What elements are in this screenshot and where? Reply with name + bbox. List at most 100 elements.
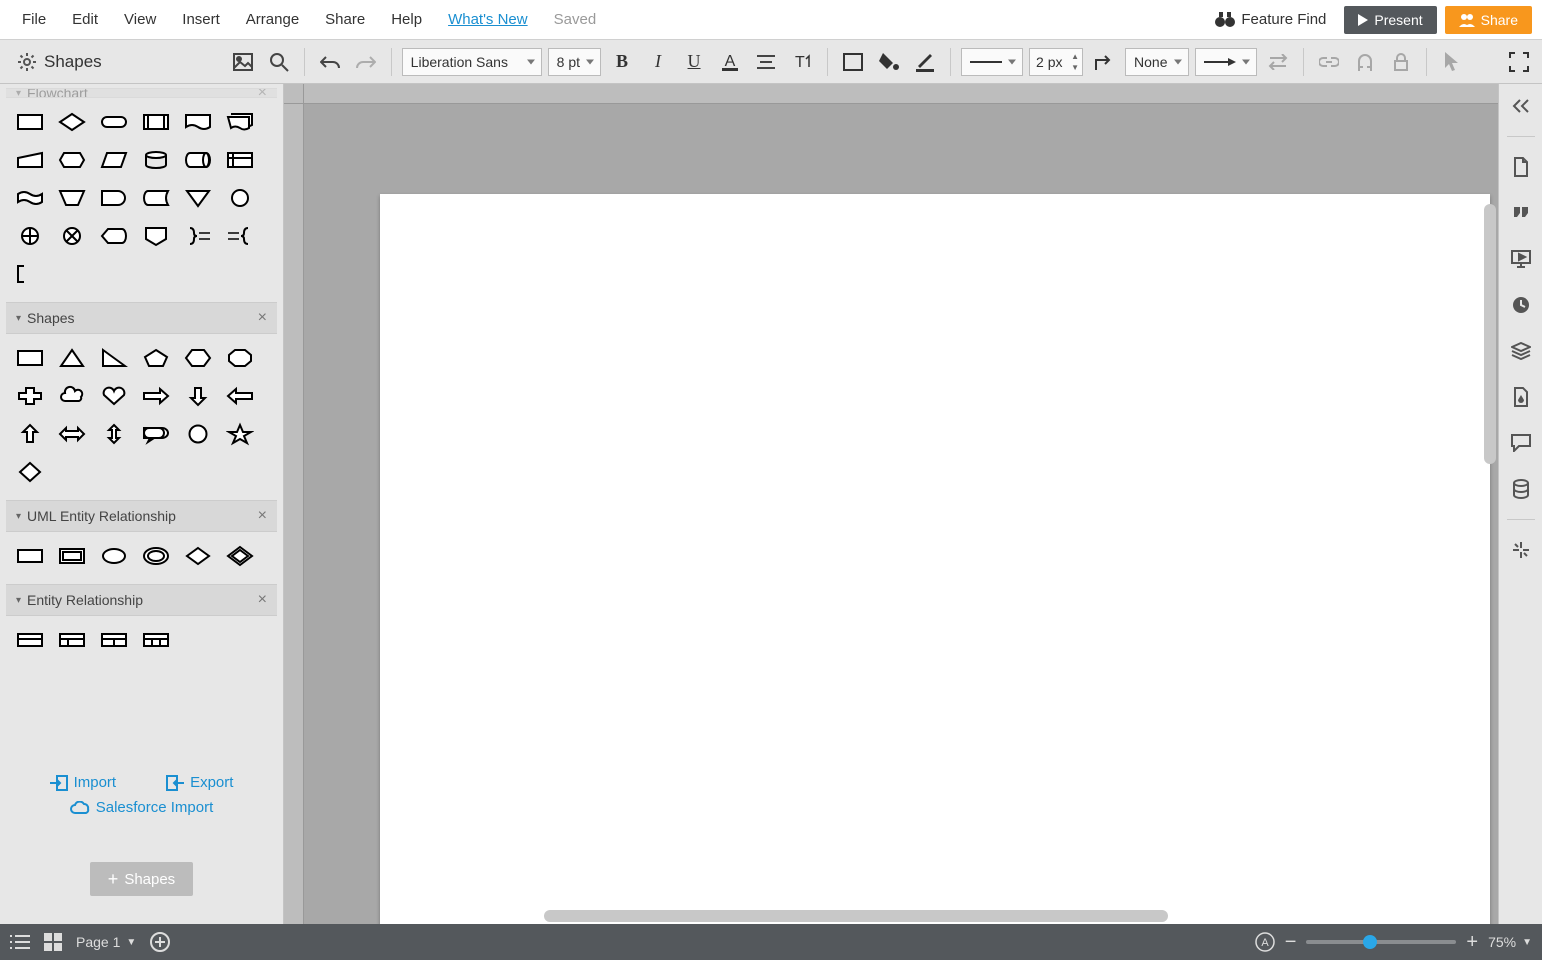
shape-decision[interactable] xyxy=(56,108,88,136)
zoom-level-dropdown[interactable]: 75% ▼ xyxy=(1488,934,1532,950)
zoom-fit-button[interactable]: A xyxy=(1255,932,1275,952)
dock-presentation[interactable] xyxy=(1505,243,1537,275)
shape-offpage[interactable] xyxy=(140,222,172,250)
dock-data[interactable] xyxy=(1505,473,1537,505)
shape-note[interactable] xyxy=(14,260,46,288)
canvas-page[interactable] xyxy=(380,194,1490,924)
line-shape-button[interactable] xyxy=(1089,47,1119,77)
shape-brace-left[interactable] xyxy=(224,222,256,250)
search-shapes-button[interactable] xyxy=(264,47,294,77)
text-color-button[interactable]: A xyxy=(715,47,745,77)
shape-arrow-left[interactable] xyxy=(224,382,256,410)
menu-insert[interactable]: Insert xyxy=(170,5,232,34)
shape-paper-tape[interactable] xyxy=(14,184,46,212)
close-icon[interactable]: × xyxy=(258,591,267,609)
zoom-out-button[interactable]: − xyxy=(1285,931,1297,954)
close-icon[interactable]: × xyxy=(258,309,267,327)
shape-arrow-up[interactable] xyxy=(14,420,46,448)
shape-double-arrow-h[interactable] xyxy=(56,420,88,448)
magnet-button[interactable] xyxy=(1350,47,1380,77)
arrow-end-select[interactable] xyxy=(1195,48,1257,76)
dock-page-settings[interactable] xyxy=(1505,151,1537,183)
shape-terminator[interactable] xyxy=(98,108,130,136)
shape-relationship[interactable] xyxy=(182,542,214,570)
shape-connector[interactable] xyxy=(224,184,256,212)
import-link[interactable]: Import xyxy=(50,774,117,791)
font-family-select[interactable]: Liberation Sans xyxy=(402,48,542,76)
shape-document[interactable] xyxy=(182,108,214,136)
lock-button[interactable] xyxy=(1386,47,1416,77)
shape-border-button[interactable] xyxy=(838,47,868,77)
add-page-button[interactable] xyxy=(150,932,170,952)
line-style-select[interactable] xyxy=(961,48,1023,76)
undo-button[interactable] xyxy=(315,47,345,77)
bold-button[interactable]: B xyxy=(607,47,637,77)
shape-octagon[interactable] xyxy=(224,344,256,372)
shape-er-table-2[interactable] xyxy=(56,626,88,654)
shape-brace-right[interactable] xyxy=(182,222,214,250)
dock-comments[interactable] xyxy=(1505,427,1537,459)
reverse-line-button[interactable] xyxy=(1263,47,1293,77)
menu-whatsnew[interactable]: What's New xyxy=(436,5,540,34)
shape-double-arrow-v[interactable] xyxy=(98,420,130,448)
text-options-button[interactable]: T xyxy=(787,47,817,77)
shape-entity[interactable] xyxy=(14,542,46,570)
text-align-button[interactable] xyxy=(751,47,781,77)
shape-er-table-4[interactable] xyxy=(140,626,172,654)
shape-stored-data[interactable] xyxy=(140,184,172,212)
scrollbar-horizontal[interactable] xyxy=(544,910,1168,922)
category-header-er[interactable]: ▾Entity Relationship × xyxy=(6,584,277,616)
scrollbar-vertical[interactable] xyxy=(1484,204,1496,464)
dock-layers[interactable] xyxy=(1505,335,1537,367)
spinner-up-icon[interactable]: ▲ xyxy=(1070,51,1080,62)
zoom-in-button[interactable]: + xyxy=(1466,931,1478,954)
shape-internal-storage[interactable] xyxy=(224,146,256,174)
dock-actions[interactable] xyxy=(1505,534,1537,566)
category-header-shapes[interactable]: ▾Shapes × xyxy=(6,302,277,334)
menu-file[interactable]: File xyxy=(10,5,58,34)
link-button[interactable] xyxy=(1314,47,1344,77)
shape-attribute[interactable] xyxy=(98,542,130,570)
shape-multivalued[interactable] xyxy=(140,542,172,570)
page-tab[interactable]: Page 1 ▼ xyxy=(76,934,136,950)
dock-themes[interactable] xyxy=(1505,381,1537,413)
shape-isoceles-triangle[interactable] xyxy=(56,344,88,372)
salesforce-import-link[interactable]: Salesforce Import xyxy=(70,799,214,816)
close-icon[interactable]: × xyxy=(258,507,267,525)
spinner-down-icon[interactable]: ▼ xyxy=(1070,62,1080,73)
shape-manual-input[interactable] xyxy=(14,146,46,174)
shape-merge[interactable] xyxy=(182,184,214,212)
shape-manual-op[interactable] xyxy=(56,184,88,212)
menu-share[interactable]: Share xyxy=(313,5,377,34)
shape-delay[interactable] xyxy=(98,184,130,212)
redo-button[interactable] xyxy=(351,47,381,77)
cursor-tool-button[interactable] xyxy=(1437,47,1467,77)
shape-arrow-right[interactable] xyxy=(140,382,172,410)
line-width-spinner[interactable]: ▲ ▼ xyxy=(1070,51,1080,73)
collapse-dock-button[interactable] xyxy=(1505,90,1537,122)
shape-callout[interactable] xyxy=(140,420,172,448)
shape-heart[interactable] xyxy=(98,382,130,410)
shape-predefined[interactable] xyxy=(140,108,172,136)
dock-comments-alt[interactable] xyxy=(1505,197,1537,229)
shape-summing[interactable] xyxy=(56,222,88,250)
shape-er-table-1[interactable] xyxy=(14,626,46,654)
shape-weak-relationship[interactable] xyxy=(224,542,256,570)
shape-database[interactable] xyxy=(140,146,172,174)
menu-help[interactable]: Help xyxy=(379,5,434,34)
menu-arrange[interactable]: Arrange xyxy=(234,5,311,34)
outline-view-button[interactable] xyxy=(10,934,30,950)
share-button[interactable]: Share xyxy=(1445,6,1532,34)
shape-hexagon[interactable] xyxy=(182,344,214,372)
shape-diamond[interactable] xyxy=(14,458,46,486)
underline-button[interactable]: U xyxy=(679,47,709,77)
grid-view-button[interactable] xyxy=(44,933,62,951)
image-library-button[interactable] xyxy=(228,47,258,77)
shape-er-table-3[interactable] xyxy=(98,626,130,654)
export-link[interactable]: Export xyxy=(166,774,233,791)
menu-edit[interactable]: Edit xyxy=(60,5,110,34)
shape-process[interactable] xyxy=(14,108,46,136)
shape-weak-entity[interactable] xyxy=(56,542,88,570)
shape-arrow-down[interactable] xyxy=(182,382,214,410)
shape-cloud[interactable] xyxy=(56,382,88,410)
